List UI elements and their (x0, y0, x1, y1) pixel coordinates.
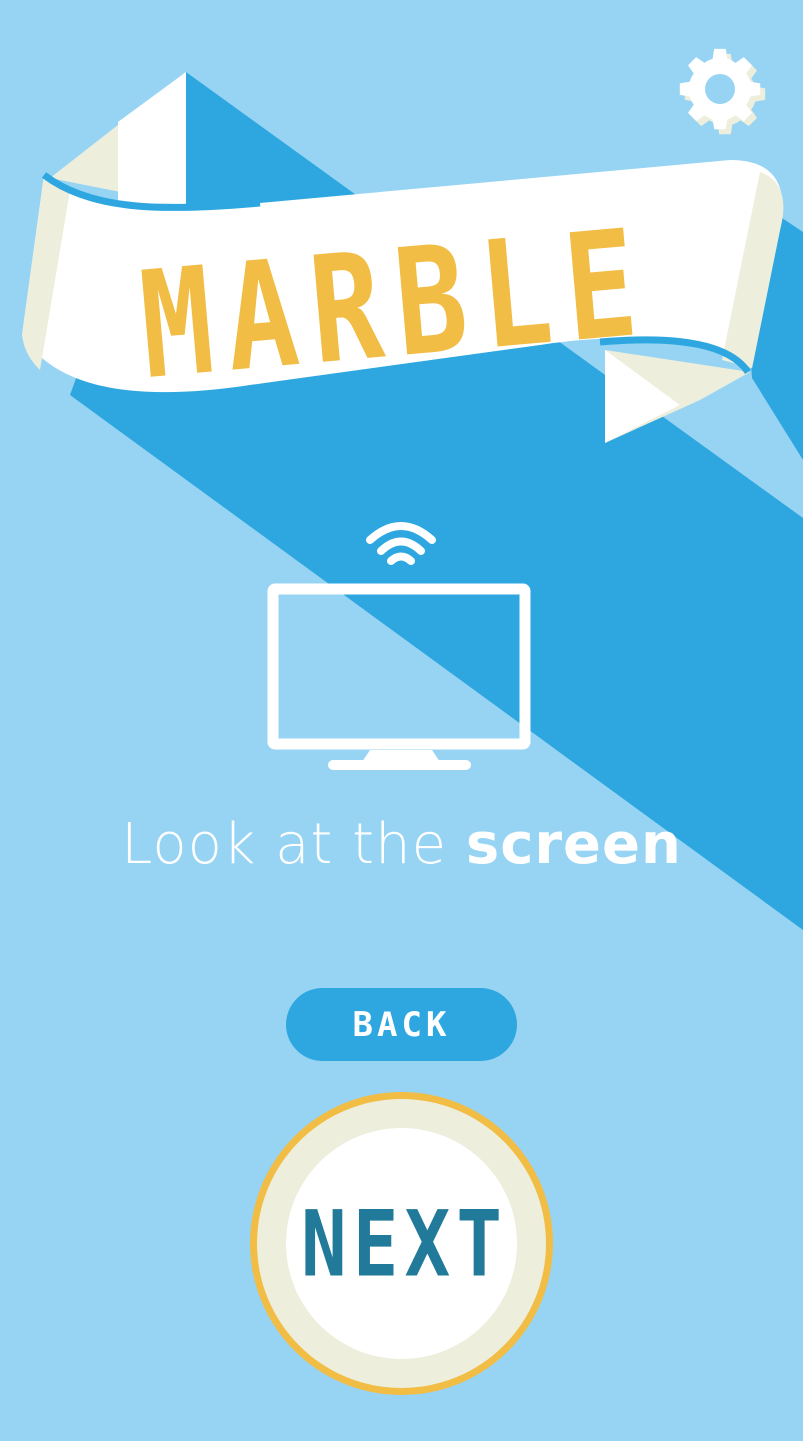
next-button-face: NEXT (286, 1128, 517, 1359)
back-button-label: BACK (352, 1004, 451, 1045)
gear-icon (679, 48, 766, 135)
next-button-label: NEXT (300, 1190, 509, 1297)
back-button[interactable]: BACK (286, 988, 517, 1061)
instruction-emphasis: screen (465, 812, 682, 877)
instruction-prefix: Look at the (121, 812, 466, 877)
ribbon-left-fold-white (118, 72, 186, 205)
next-button[interactable]: NEXT (250, 1092, 553, 1395)
instruction-text: Look at the screen (0, 812, 803, 877)
settings-button[interactable] (672, 38, 772, 138)
next-button-ring: NEXT (257, 1099, 546, 1388)
